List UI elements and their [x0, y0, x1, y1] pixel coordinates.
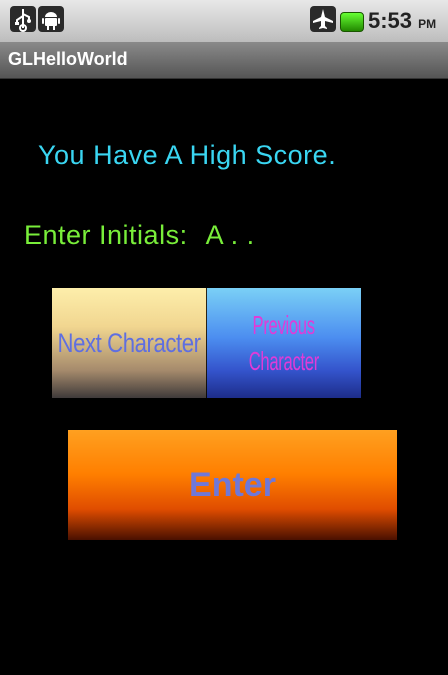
usb-icon	[10, 6, 36, 32]
enter-label: Enter	[189, 465, 276, 504]
airplane-icon	[310, 6, 336, 32]
next-character-button[interactable]: Next Character	[52, 288, 207, 398]
next-character-label: Next Character	[57, 327, 201, 358]
initials-row: Enter Initials: A . .	[24, 220, 255, 251]
previous-character-button[interactable]: Previous Character	[207, 288, 361, 398]
app-title: GLHelloWorld	[8, 49, 128, 69]
title-bar: GLHelloWorld	[0, 42, 448, 79]
initials-value: A . .	[205, 220, 255, 250]
initials-label: Enter Initials:	[24, 220, 188, 250]
status-bar: 5:53 PM	[0, 0, 448, 42]
battery-icon	[340, 12, 364, 32]
enter-button[interactable]: Enter	[68, 430, 397, 540]
android-icon	[38, 6, 64, 32]
previous-character-label: Previous Character	[248, 310, 320, 376]
clock: 5:53 PM	[368, 8, 437, 33]
high-score-message: You Have A High Score.	[38, 140, 337, 170]
